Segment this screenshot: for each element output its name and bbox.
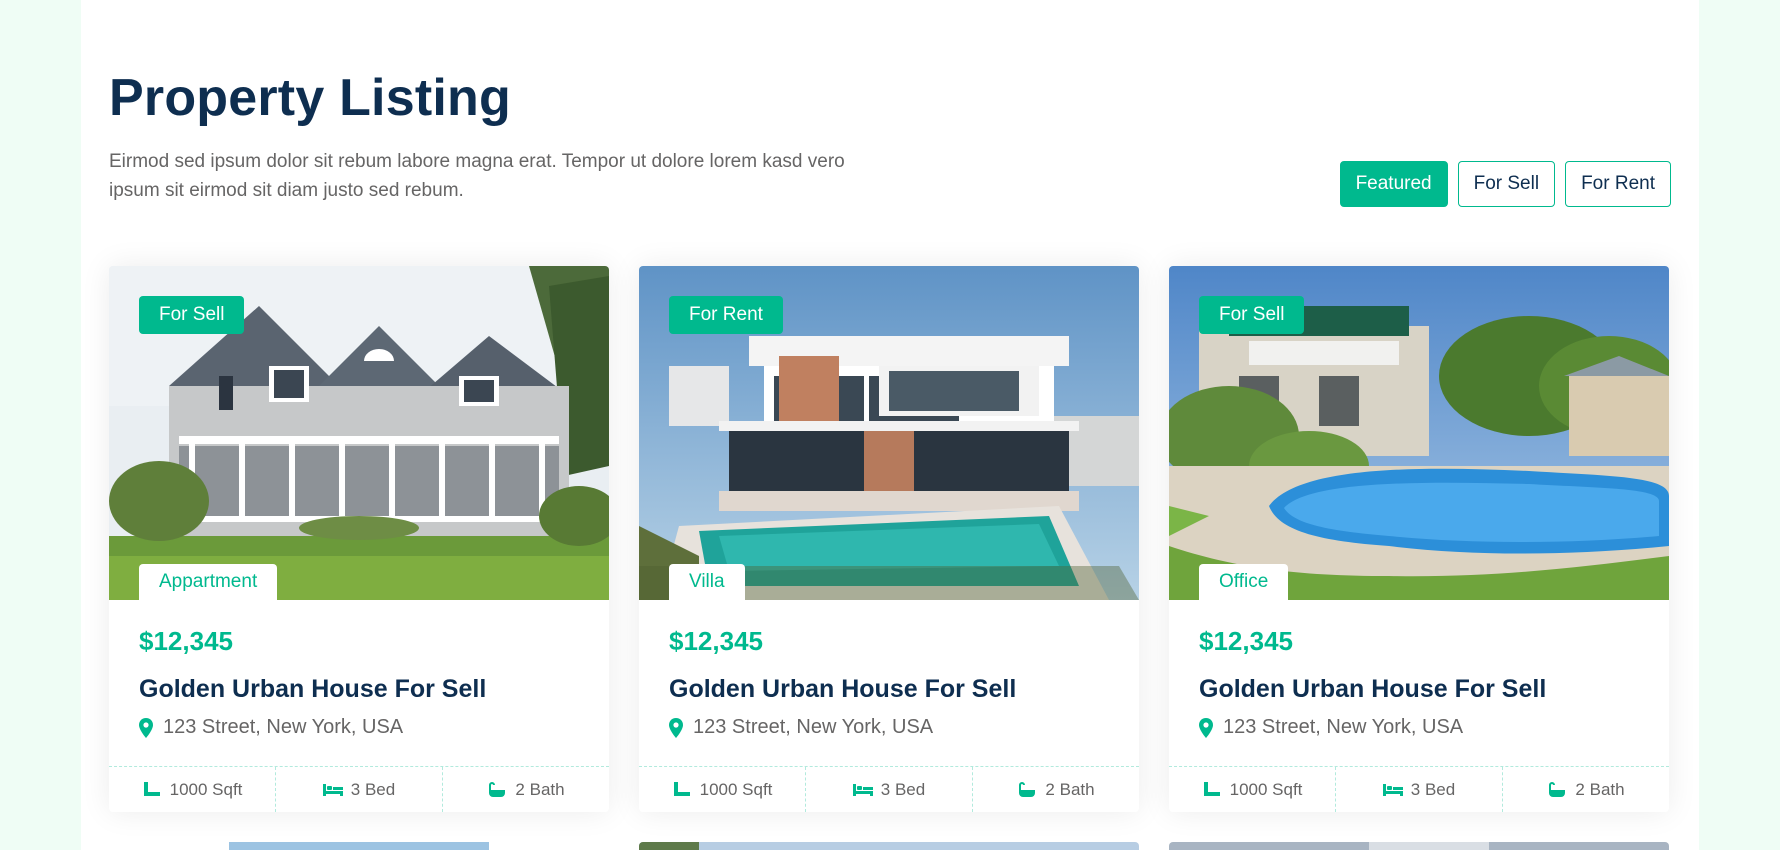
bath-icon xyxy=(489,781,506,797)
property-address: 123 Street, New York, USA xyxy=(139,716,579,739)
ruler-combined-icon xyxy=(143,781,160,796)
type-badge: Office xyxy=(1199,564,1289,600)
bath-icon xyxy=(1549,781,1566,797)
bed-feature: 3 Bed xyxy=(276,767,443,812)
property-name-link[interactable]: Golden Urban House For Sell xyxy=(1199,675,1639,704)
property-name-link[interactable]: Golden Urban House For Sell xyxy=(669,675,1109,704)
bed-icon xyxy=(852,783,873,796)
page-description: Eirmod sed ipsum dolor sit rebum labore … xyxy=(109,151,845,201)
property-features: 1000 Sqft 3 Bed 2 Bath xyxy=(1169,766,1669,812)
address-text: 123 Street, New York, USA xyxy=(693,716,934,738)
type-badge: Villa xyxy=(669,564,745,600)
tab-for-sell[interactable]: For Sell xyxy=(1457,161,1556,207)
next-card-peek xyxy=(109,842,609,850)
property-image[interactable]: For Rent Villa xyxy=(639,266,1139,600)
status-badge: For Rent xyxy=(669,296,783,334)
bed-text: 3 Bed xyxy=(1410,779,1456,799)
property-features: 1000 Sqft 3 Bed 2 Bath xyxy=(109,766,609,812)
ruler-combined-icon xyxy=(1203,781,1220,796)
photo-peek-icon xyxy=(109,842,609,850)
content-wrapper: Property Listing Eirmod sed ipsum dolor … xyxy=(109,0,1671,850)
area-feature: 1000 Sqft xyxy=(109,767,276,812)
bath-icon xyxy=(1019,781,1036,797)
bed-text: 3 Bed xyxy=(350,779,396,799)
map-marker-icon xyxy=(669,717,683,738)
area-feature: 1000 Sqft xyxy=(1169,767,1336,812)
property-address: 123 Street, New York, USA xyxy=(1199,716,1639,739)
property-image[interactable]: For Sell Appartment xyxy=(109,266,609,600)
property-features: 1000 Sqft 3 Bed 2 Bath xyxy=(639,766,1139,812)
area-feature: 1000 Sqft xyxy=(639,767,806,812)
bed-text: 3 Bed xyxy=(880,779,926,799)
bed-icon xyxy=(322,783,343,796)
property-price: $12,345 xyxy=(1199,626,1293,656)
area-text: 1000 Sqft xyxy=(1229,779,1303,799)
bath-feature: 2 Bath xyxy=(973,767,1139,812)
type-badge: Appartment xyxy=(139,564,278,600)
bath-feature: 2 Bath xyxy=(1503,767,1669,812)
next-card-peek xyxy=(1169,842,1669,850)
bed-icon xyxy=(1382,783,1403,796)
property-address: 123 Street, New York, USA xyxy=(669,716,1109,739)
photo-peek-icon xyxy=(1169,842,1669,850)
property-image[interactable]: For Sell Office xyxy=(1169,266,1669,600)
property-name-link[interactable]: Golden Urban House For Sell xyxy=(139,675,579,704)
bath-text: 2 Bath xyxy=(515,779,565,799)
property-grid: For Sell Appartment $12,345 Golden Urban… xyxy=(109,266,1671,812)
property-card[interactable]: For Sell Office $12,345 Golden Urban Hou… xyxy=(1169,266,1669,812)
bed-feature: 3 Bed xyxy=(806,767,973,812)
tab-for-rent[interactable]: For Rent xyxy=(1565,161,1671,207)
next-card-peek xyxy=(639,842,1139,850)
bath-text: 2 Bath xyxy=(1575,779,1625,799)
map-marker-icon xyxy=(139,717,153,738)
page-title: Property Listing xyxy=(109,69,511,127)
property-price: $12,345 xyxy=(669,626,763,656)
tab-featured[interactable]: Featured xyxy=(1339,161,1448,207)
photo-peek-icon xyxy=(639,842,1139,850)
status-badge: For Sell xyxy=(139,296,245,334)
property-card[interactable]: For Rent Villa $12,345 Golden Urban Hous… xyxy=(639,266,1139,812)
filter-tabs: Featured For Sell For Rent xyxy=(1339,161,1671,207)
bath-feature: 2 Bath xyxy=(443,767,609,812)
status-badge: For Sell xyxy=(1199,296,1305,334)
property-price: $12,345 xyxy=(139,626,233,656)
address-text: 123 Street, New York, USA xyxy=(1223,716,1464,738)
property-card[interactable]: For Sell Appartment $12,345 Golden Urban… xyxy=(109,266,609,812)
area-text: 1000 Sqft xyxy=(699,779,773,799)
page-container: Property Listing Eirmod sed ipsum dolor … xyxy=(81,0,1699,850)
address-text: 123 Street, New York, USA xyxy=(163,716,404,738)
ruler-combined-icon xyxy=(673,781,690,796)
bath-text: 2 Bath xyxy=(1045,779,1095,799)
map-marker-icon xyxy=(1199,717,1213,738)
area-text: 1000 Sqft xyxy=(169,779,243,799)
bed-feature: 3 Bed xyxy=(1336,767,1503,812)
